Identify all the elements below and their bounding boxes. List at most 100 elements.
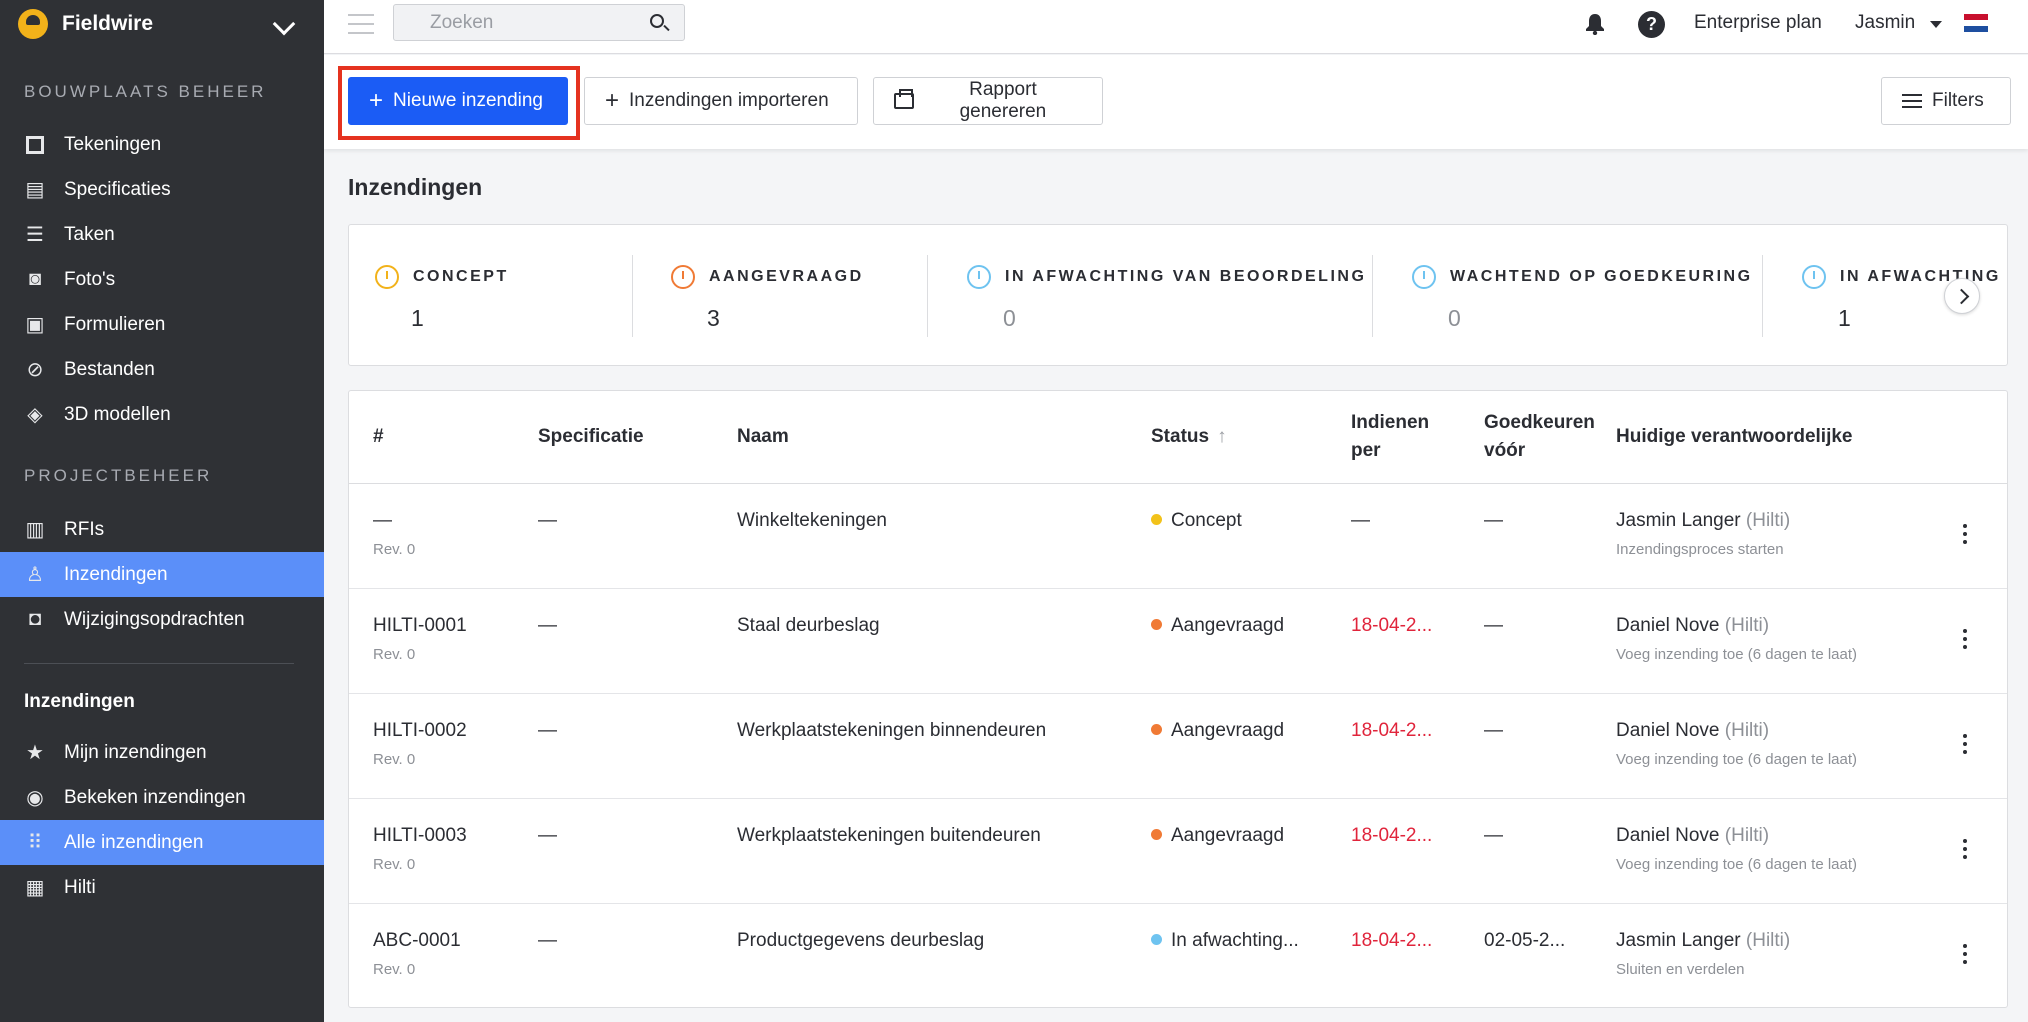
status-card-label: WACHTEND OP GOEDKEURING <box>1450 268 1753 285</box>
column-header-name[interactable]: Naam <box>737 423 789 451</box>
column-header-number[interactable]: # <box>373 423 384 451</box>
generate-report-button[interactable]: Rapport genereren <box>873 77 1103 125</box>
more-options-icon[interactable] <box>1963 734 1967 754</box>
status-card-count: 1 <box>1838 305 1851 331</box>
bell-icon[interactable] <box>1585 13 1605 35</box>
row-specification: — <box>538 930 557 951</box>
row-status-label: In afwachting... <box>1171 930 1299 951</box>
plus-icon: + <box>605 87 620 114</box>
row-next-action: Voeg inzending toe (6 dagen te laat) <box>1616 751 1858 768</box>
status-card-count: 1 <box>411 305 424 331</box>
table-row[interactable]: HILTI-0002 Rev. 0 — Werkplaatstekeningen… <box>349 694 2007 799</box>
row-submit-by: 18-04-2... <box>1351 930 1433 951</box>
row-next-action: Inzendingsproces starten <box>1616 541 1784 558</box>
status-summary: CONCEPT 1 AANGEVRAAGD 3 IN AFWACHTING VA… <box>348 224 2008 366</box>
filters-button[interactable]: Filters <box>1881 77 2011 125</box>
row-approve-before: — <box>1484 825 1503 846</box>
status-card-count: 3 <box>707 305 720 331</box>
printer-icon <box>894 89 914 109</box>
row-revision: Rev. 0 <box>373 751 416 768</box>
row-status-label: Aangevraagd <box>1171 615 1285 636</box>
table-row[interactable]: HILTI-0001 Rev. 0 — Staal deurbeslag Aan… <box>349 589 2007 694</box>
sidebar-item-forms[interactable]: ▣ Formulieren <box>0 302 324 347</box>
sidebar-item-label: Tekeningen <box>64 133 162 155</box>
submittals-subheading: Inzendingen <box>24 691 135 712</box>
sidebar-item-photos[interactable]: ◙ Foto's <box>0 257 324 302</box>
sidebar-item-submittals[interactable]: ♙ Inzendingen <box>0 552 324 597</box>
project-switcher[interactable]: Fieldwire <box>0 0 324 48</box>
row-submit-by: 18-04-2... <box>1351 825 1433 846</box>
column-header-approve-before[interactable]: Goedkeuren vóór <box>1484 409 1595 465</box>
table-row[interactable]: HILTI-0003 Rev. 0 — Werkplaatstekeningen… <box>349 799 2007 904</box>
specifications-icon: ▤ <box>25 179 45 201</box>
table-row[interactable]: — Rev. 0 — Winkeltekeningen Concept — — … <box>349 484 2007 589</box>
import-submittals-button[interactable]: + Inzendingen importeren <box>584 77 858 125</box>
row-name: Werkplaatstekeningen buitendeuren <box>737 825 1041 846</box>
search-icon[interactable] <box>650 14 664 28</box>
row-owner-name: Jasmin Langer <box>1616 510 1741 531</box>
search-input[interactable] <box>394 5 634 40</box>
help-icon[interactable]: ? <box>1638 11 1665 38</box>
sidebar-divider <box>24 663 294 664</box>
row-approve-before: — <box>1484 615 1503 636</box>
sidebar-item-my-submittals[interactable]: ★ Mijn inzendingen <box>0 730 324 775</box>
row-next-action: Voeg inzending toe (6 dagen te laat) <box>1616 646 1858 663</box>
filters-label: Filters <box>1932 90 1984 111</box>
sidebar-item-drawings[interactable]: Tekeningen <box>0 122 324 167</box>
column-header-submit-by[interactable]: Indienen per <box>1351 409 1429 465</box>
sidebar-item-files[interactable]: ⊘ Bestanden <box>0 347 324 392</box>
chevron-right-icon[interactable] <box>1944 278 1980 314</box>
row-revision: Rev. 0 <box>373 541 416 558</box>
star-icon: ★ <box>26 742 44 764</box>
row-name: Productgegevens deurbeslag <box>737 930 985 951</box>
chevron-down-icon[interactable] <box>272 12 296 36</box>
tasks-icon: ☰ <box>26 224 44 246</box>
row-specification: — <box>538 615 557 636</box>
table-row[interactable]: ABC-0001 Rev. 0 — Productgegevens deurbe… <box>349 904 2007 1009</box>
caret-down-icon[interactable] <box>1930 21 1942 28</box>
sidebar-item-tasks[interactable]: ☰ Taken <box>0 212 324 257</box>
status-dot <box>1151 829 1162 840</box>
sidebar-item-all-submittals[interactable]: ⠿ Alle inzendingen <box>0 820 324 865</box>
row-owner-name: Jasmin Langer <box>1616 930 1741 951</box>
column-header-specification[interactable]: Specificatie <box>538 423 644 451</box>
more-options-icon[interactable] <box>1963 629 1967 649</box>
more-options-icon[interactable] <box>1963 524 1967 544</box>
search-box[interactable] <box>393 4 685 41</box>
user-menu[interactable]: Jasmin <box>1855 12 1915 34</box>
sidebar-item-label: Bekeken inzendingen <box>64 786 246 808</box>
row-owner: Daniel Nove (Hilti) <box>1616 825 1769 847</box>
divider <box>632 255 633 337</box>
netherlands-flag-icon[interactable] <box>1964 14 1988 32</box>
sidebar-item-rfis[interactable]: ▥ RFIs <box>0 507 324 552</box>
row-revision: Rev. 0 <box>373 646 416 663</box>
sort-ascending-icon: ↑ <box>1217 426 1227 447</box>
sidebar-item-watched-submittals[interactable]: ◉ Bekeken inzendingen <box>0 775 324 820</box>
sidebar-item-label: Bestanden <box>64 358 155 380</box>
column-header-status-label: Status <box>1151 426 1210 447</box>
row-approve-before: — <box>1484 510 1503 531</box>
column-header-status[interactable]: Status ↑ <box>1151 423 1227 451</box>
camera-icon: ◙ <box>28 268 42 290</box>
sidebar-item-change-orders[interactable]: ◘ Wijzigingsopdrachten <box>0 597 324 642</box>
briefcase-icon: ▦ <box>25 877 45 899</box>
top-bar: ? Enterprise plan Jasmin <box>324 0 2028 54</box>
more-options-icon[interactable] <box>1963 944 1967 964</box>
sidebar-item-hilti[interactable]: ▦ Hilti <box>0 865 324 910</box>
row-owner-name: Daniel Nove <box>1616 615 1720 636</box>
row-status: Aangevraagd <box>1151 825 1284 847</box>
row-revision: Rev. 0 <box>373 961 416 978</box>
sidebar-item-specifications[interactable]: ▤ Specificaties <box>0 167 324 212</box>
row-owner-name: Daniel Nove <box>1616 825 1720 846</box>
row-owner-company: (Hilti) <box>1745 930 1791 951</box>
import-submittals-label: Inzendingen importeren <box>629 90 829 111</box>
column-header-owner[interactable]: Huidige verantwoordelijke <box>1616 423 1853 451</box>
more-options-icon[interactable] <box>1963 839 1967 859</box>
column-header-submit-by-line2: per <box>1351 440 1381 461</box>
sidebar-item-3d-models[interactable]: ◈ 3D modellen <box>0 392 324 437</box>
cube-icon: ◈ <box>27 404 43 426</box>
plan-link[interactable]: Enterprise plan <box>1694 12 1822 34</box>
menu-icon[interactable] <box>348 14 374 34</box>
row-approve-before: 02-05-2... <box>1484 930 1566 951</box>
status-card-count: 0 <box>1003 305 1016 331</box>
